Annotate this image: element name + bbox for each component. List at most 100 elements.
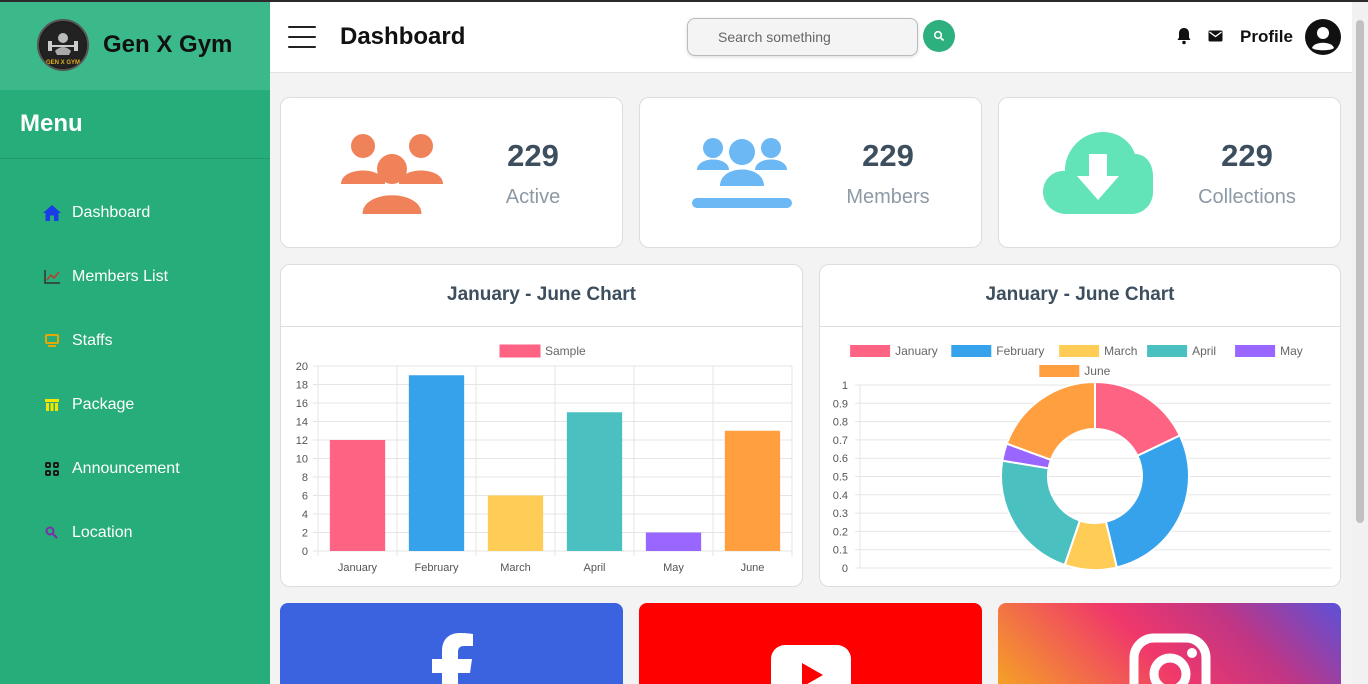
avatar-icon[interactable]	[1305, 19, 1341, 60]
legend-label: February	[996, 344, 1044, 358]
sidebar-item-announcement[interactable]: Announcement	[0, 437, 270, 501]
bar-may	[645, 532, 702, 551]
sidebar-item-label: Package	[72, 396, 135, 413]
sidebar-item-location[interactable]: Location	[0, 501, 270, 565]
y-tick-label: 0	[302, 546, 308, 558]
bar-february	[408, 375, 465, 551]
x-tick-label: February	[414, 562, 459, 574]
mail-icon[interactable]	[1208, 29, 1223, 47]
legend-swatch	[1235, 345, 1276, 357]
y-tick-label: 0.1	[833, 545, 848, 557]
stat-card-members: 229 Members	[639, 97, 982, 248]
y-tick-label: 0.4	[833, 490, 848, 502]
facebook-icon	[432, 633, 473, 684]
y-tick-label: 1	[842, 380, 848, 392]
slice-february	[1104, 434, 1190, 569]
legend-label: January	[895, 344, 938, 358]
y-tick-label: 0.5	[833, 472, 848, 484]
instagram-icon	[1129, 633, 1211, 684]
package-icon	[42, 395, 62, 415]
y-tick-label: 8	[302, 472, 308, 484]
stat-label: Collections	[1198, 186, 1296, 208]
youtube-card[interactable]	[639, 603, 982, 684]
cloud-download-icon	[1043, 132, 1153, 214]
sidebar-nav: Dashboard Members List Staffs Package An…	[0, 159, 270, 565]
y-tick-label: 0.6	[833, 453, 848, 465]
x-tick-label: March	[500, 562, 531, 574]
y-tick-label: 20	[296, 361, 308, 373]
grid-icon	[42, 459, 62, 479]
chart-line-icon	[42, 267, 62, 287]
chart-title: January - June Chart	[281, 265, 802, 327]
bar-chart-card: January - June Chart Sample 0 2 4 6 8 10 12 14 16…	[280, 264, 803, 587]
search-button[interactable]	[923, 20, 955, 52]
y-tick-label: 2	[302, 528, 308, 540]
y-tick-label: 12	[296, 435, 308, 447]
dumbbell-logo-icon: GEN X GYM	[40, 22, 86, 68]
scrollbar-thumb[interactable]	[1356, 20, 1364, 523]
x-tick-label: May	[663, 562, 684, 574]
logo-text: GEN X GYM	[46, 60, 80, 66]
x-tick-label: June	[741, 562, 765, 574]
instagram-card[interactable]	[998, 603, 1341, 684]
x-tick-label: January	[338, 562, 378, 574]
bar-june	[724, 430, 781, 551]
search-icon	[42, 523, 62, 543]
y-tick-label: 0	[842, 563, 848, 575]
sidebar-item-dashboard[interactable]: Dashboard	[0, 181, 270, 245]
stat-card-collections: 229 Collections	[998, 97, 1341, 248]
sidebar-item-staffs[interactable]: Staffs	[0, 309, 270, 373]
y-tick-label: 6	[302, 491, 308, 503]
legend-label: June	[1084, 364, 1110, 378]
users-icon	[341, 134, 443, 215]
page-title: Dashboard	[340, 23, 466, 50]
legend-swatch	[951, 345, 992, 357]
window-top-border	[0, 0, 1368, 2]
home-icon	[42, 203, 62, 223]
menu-toggle-icon[interactable]	[288, 26, 316, 48]
page-scrollbar[interactable]	[1352, 2, 1368, 684]
legend-swatch	[1147, 345, 1188, 357]
brand-name: Gen X Gym	[103, 31, 233, 58]
bar-march	[487, 495, 544, 551]
stat-value: 229	[1221, 138, 1273, 173]
legend-swatch	[1039, 365, 1080, 377]
sidebar-item-label: Dashboard	[72, 204, 151, 221]
bar-chart: Sample 0 2 4 6 8 10 12 14 16 18 20 January February Ma…	[296, 344, 793, 574]
y-tick-label: 14	[296, 417, 308, 429]
brand-bar: GEN X GYM Gen X Gym	[0, 0, 270, 90]
y-tick-label: 10	[296, 454, 308, 466]
y-tick-label: 0.9	[833, 398, 848, 410]
bar-january	[329, 440, 386, 551]
stat-label: Active	[505, 186, 561, 208]
stat-value: 229	[507, 138, 559, 173]
legend-swatch	[850, 345, 891, 357]
sidebar: GEN X GYM Gen X Gym Menu Dashboard Membe…	[0, 0, 270, 684]
members-icon	[692, 138, 792, 208]
sidebar-item-label: Members List	[72, 268, 169, 285]
x-tick-label: April	[583, 562, 605, 574]
stat-card-active: 229 Active	[280, 97, 623, 248]
profile-link[interactable]: Profile	[1240, 27, 1293, 47]
slice-june	[1005, 380, 1096, 462]
sidebar-item-label: Staffs	[72, 332, 113, 349]
stat-label: Members	[846, 186, 930, 208]
sidebar-item-label: Announcement	[72, 460, 180, 477]
legend-swatch	[1059, 345, 1100, 357]
menu-title: Menu	[0, 90, 270, 159]
sidebar-item-members-list[interactable]: Members List	[0, 245, 270, 309]
gym-logo[interactable]: GEN X GYM	[37, 19, 89, 71]
facebook-card[interactable]	[280, 603, 623, 684]
search-icon	[933, 30, 945, 42]
youtube-icon	[771, 645, 851, 684]
sidebar-item-package[interactable]: Package	[0, 373, 270, 437]
search-input[interactable]	[687, 18, 918, 56]
sidebar-item-label: Location	[72, 524, 133, 541]
legend-swatch	[499, 344, 541, 358]
y-tick-label: 4	[302, 509, 308, 521]
stat-value: 229	[862, 138, 914, 173]
staff-icon	[42, 331, 62, 351]
legend-label: March	[1104, 344, 1137, 358]
notification-bell-icon[interactable]	[1176, 27, 1192, 50]
chart-title: January - June Chart	[820, 265, 1340, 327]
